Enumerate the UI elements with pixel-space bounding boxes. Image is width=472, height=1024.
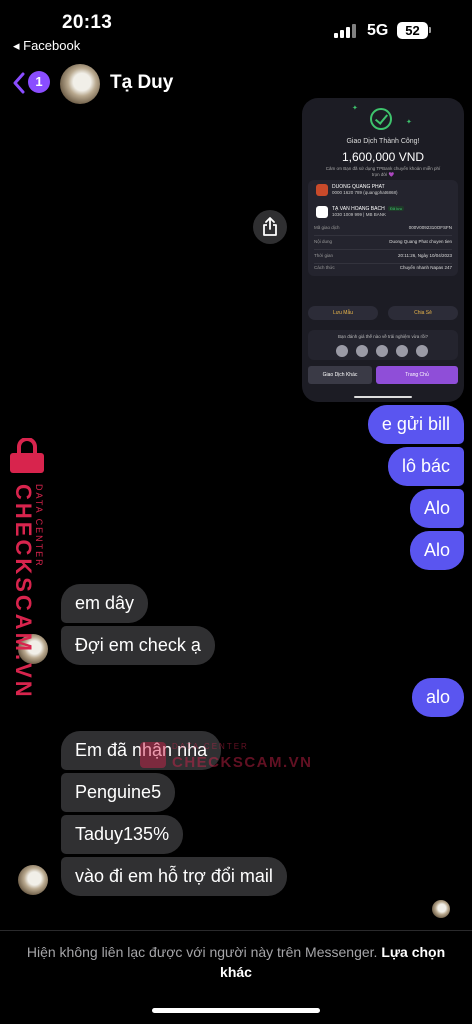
receiver-account: 1030 1009 999 | MB BANK [332,212,386,217]
status-bar: 20:13 ◂ Facebook 5G 52 [0,0,472,58]
incoming-message[interactable]: vào đi em hỗ trợ đổi mail [61,857,287,896]
receipt-row: Mã giao dịch 000V0092310OFSFN [314,222,452,236]
outgoing-message[interactable]: Alo [409,489,464,528]
share-receipt-button: Chia Sẻ [388,306,458,320]
star-icon [396,345,408,357]
receipt-amount: 1,600,000 VND [341,150,425,164]
home-indicator-in-image [354,396,412,398]
sender-bank-icon [316,184,328,196]
sender-info: DUONG QUANG PHAT 0000 1620 789 (quangpha… [332,184,398,195]
sparkle-icon: ✦ [406,119,412,126]
share-icon [263,217,277,236]
signal-icon [334,24,358,38]
status-time: 20:13 [62,12,113,33]
outgoing-message[interactable]: alo [411,678,464,717]
watermark-center: DATA CENTER CHECKSCAM.VN [140,740,311,780]
sender-account: 0000 1620 789 (quangphat6868) [332,190,398,195]
watermark-sub: DATA CENTER [34,484,44,568]
chevron-left-icon [13,72,25,94]
lock-icon [10,438,44,473]
battery-icon: 52 [397,22,428,39]
shared-image-message[interactable]: ✦ ✦ Giao Dịch Thành Công! 1,600,000 VND … [302,98,464,402]
star-icon [336,345,348,357]
receiver-bank-icon [316,206,328,218]
unavailable-notice: Hiện không liên lạc được với người này t… [20,942,452,982]
network-type: 5G [367,22,389,39]
seen-receipt-avatar [432,900,450,918]
receiver-saved-tag: Đã lưu [388,206,405,211]
footer-divider [0,930,472,931]
star-icon [416,345,428,357]
lock-icon [140,742,166,768]
receipt-row: Nội dung Duong Quang Phat chuyen tien [314,236,452,250]
contact-name[interactable]: Tạ Duy [110,72,173,94]
unread-badge: 1 [28,71,50,93]
receipt-details-card: DUONG QUANG PHAT 0000 1620 789 (quangpha… [308,180,458,276]
battery-tip [429,27,431,33]
contact-avatar-small [18,865,48,895]
receipt-row: Cách thức Chuyển nhanh Napas 247 [314,265,452,270]
success-check-icon [370,108,392,130]
star-icon [356,345,368,357]
watermark-brand: CHECKSCAM.VN [172,754,313,771]
outgoing-message[interactable]: e gửi bill [367,405,464,444]
contact-avatar[interactable] [60,64,100,104]
home-button: Trang Chủ [376,366,458,384]
back-to-facebook-link[interactable]: ◂ Facebook [13,38,80,54]
rating-prompt: Bạn đánh giá thế nào về trải nghiệm vừa … [337,334,429,339]
incoming-message[interactable]: em dây [61,584,149,623]
incoming-message[interactable]: Đợi em check ạ [61,626,215,665]
share-image-button[interactable] [253,210,287,244]
rating-box: Bạn đánh giá thế nào về trải nghiệm vừa … [308,330,458,360]
save-template-button: Lưu Mẫu [308,306,378,320]
watermark-vertical: CHECKSCAM.VN DATA CENTER [4,438,52,700]
back-button[interactable]: 1 [12,70,52,96]
outgoing-message[interactable]: Alo [409,531,464,570]
other-transaction-button: Giao Dịch Khác [308,366,372,384]
receipt-title: Giao Dịch Thành Công! [346,138,420,145]
unavailable-text: Hiện không liên lạc được với người này t… [26,944,378,960]
home-indicator[interactable] [152,1008,320,1013]
outgoing-message[interactable]: lô bác [387,447,464,486]
receipt-note: Cảm ơn Bạn đã sử dụng TPBank chuyển khoả… [325,166,441,177]
incoming-message[interactable]: Taduy135% [61,815,184,854]
watermark-sub: DATA CENTER [172,742,249,751]
watermark-brand: CHECKSCAM.VN [11,484,36,700]
star-icon [376,345,388,357]
receipt-screenshot: ✦ ✦ Giao Dịch Thành Công! 1,600,000 VND … [302,98,464,402]
receiver-info: TẠ VAN HOANG BACH 1030 1009 999 | MB BAN… [332,206,386,217]
sparkle-icon: ✦ [352,105,358,112]
